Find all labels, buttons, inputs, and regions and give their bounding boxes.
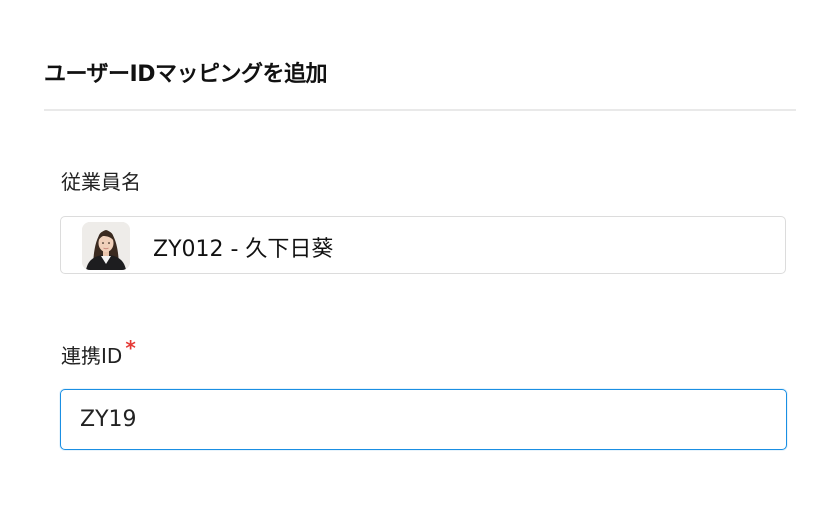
employee-select[interactable]: ZY012 - 久下日葵	[60, 216, 786, 274]
employee-avatar-image	[82, 222, 130, 270]
link-id-label: 連携ID *	[61, 336, 136, 369]
avatar	[82, 222, 130, 270]
dialog-title: ユーザーIDマッピングを追加	[44, 62, 328, 87]
title-divider	[44, 109, 796, 111]
employee-name-label: 従業員名	[61, 170, 141, 194]
link-id-input[interactable]	[60, 389, 787, 450]
link-id-label-text: 連携ID	[61, 344, 123, 368]
required-asterisk: *	[125, 336, 136, 360]
selected-employee-value: ZY012 - 久下日葵	[153, 237, 334, 262]
